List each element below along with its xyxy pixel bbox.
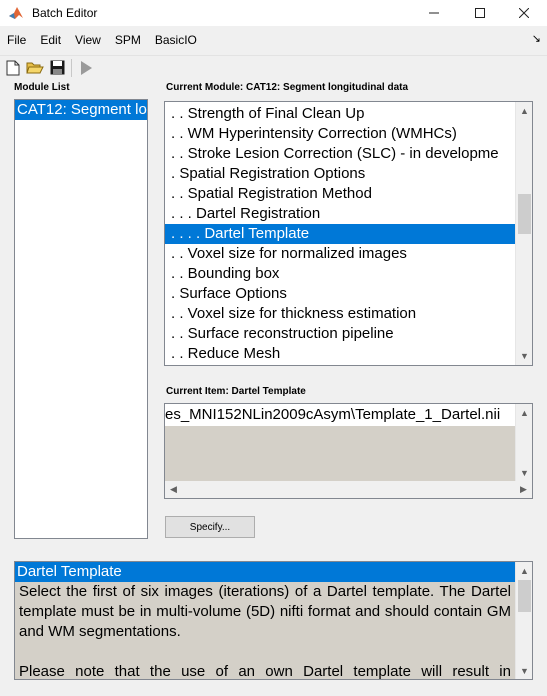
list-item[interactable]: . . Voxel size for normalized images xyxy=(165,244,515,264)
list-item[interactable]: . . Stroke Lesion Correction (SLC) - in … xyxy=(165,144,515,164)
menu-overflow-icon[interactable]: ↘ xyxy=(532,32,541,45)
current-item-box[interactable]: es_MNI152NLin2009cAsym\Template_1_Dartel… xyxy=(164,403,533,499)
list-item[interactable]: . . Surface reconstruction pipeline xyxy=(165,324,515,344)
scroll-left-icon[interactable]: ◀ xyxy=(165,481,182,498)
menu-spm[interactable]: SPM xyxy=(108,33,148,47)
list-item[interactable]: . . Bounding box xyxy=(165,264,515,284)
list-item[interactable]: . . . Dartel Registration xyxy=(165,204,515,224)
menu-basicio[interactable]: BasicIO xyxy=(148,33,204,47)
scroll-down-icon[interactable]: ▼ xyxy=(516,662,532,679)
list-item[interactable]: . . Reduce Mesh xyxy=(165,344,515,364)
current-item-value-row: es_MNI152NLin2009cAsym\Template_1_Dartel… xyxy=(165,404,516,426)
menu-bar: File Edit View SPM BasicIO ↘ xyxy=(0,29,547,51)
scroll-down-icon[interactable]: ▼ xyxy=(516,347,532,364)
help-paragraph: Select the first of six images (iteratio… xyxy=(19,583,511,640)
help-panel: Dartel Template Select the first of six … xyxy=(14,561,533,680)
menu-edit[interactable]: Edit xyxy=(33,33,68,47)
window-title: Batch Editor xyxy=(32,6,98,20)
current-item-hscrollbar[interactable]: ◀ ▶ xyxy=(165,481,532,498)
maximize-icon xyxy=(475,8,485,18)
scrollbar-thumb[interactable] xyxy=(518,194,531,234)
current-item-label: Current Item: Dartel Template xyxy=(166,386,306,397)
menu-view[interactable]: View xyxy=(68,33,108,47)
help-paragraph: Please note that the use of an own Darte… xyxy=(19,663,511,680)
help-title: Dartel Template xyxy=(15,562,515,582)
menu-file[interactable]: File xyxy=(0,33,33,47)
module-list[interactable]: CAT12: Segment longitudinal data xyxy=(14,99,148,539)
run-button[interactable] xyxy=(75,57,97,79)
specify-button[interactable]: Specify... xyxy=(165,516,255,538)
matlab-logo-icon xyxy=(8,5,24,21)
toolbar xyxy=(0,55,547,79)
new-file-button[interactable] xyxy=(2,57,24,79)
close-button[interactable] xyxy=(501,0,547,26)
list-item[interactable]: . . Spatial Registration Method xyxy=(165,184,515,204)
current-module-list[interactable]: . . Strength of Final Clean Up . . WM Hy… xyxy=(164,101,533,366)
list-item[interactable]: . Surface Options xyxy=(165,284,515,304)
scroll-right-icon[interactable]: ▶ xyxy=(515,481,532,498)
open-folder-button[interactable] xyxy=(24,57,46,79)
current-module-rows: . . Strength of Final Clean Up . . WM Hy… xyxy=(165,104,515,364)
module-list-label: Module List xyxy=(14,82,70,93)
toolbar-separator xyxy=(71,58,72,77)
scrollbar-thumb[interactable] xyxy=(518,580,531,612)
current-module-label: Current Module: CAT12: Segment longitudi… xyxy=(166,82,409,93)
new-file-icon xyxy=(6,60,20,75)
current-item-vscrollbar[interactable]: ▲ ▼ xyxy=(515,404,532,481)
help-content: Dartel Template Select the first of six … xyxy=(15,562,515,680)
list-item[interactable]: . . WM Hyperintensity Correction (WMHCs) xyxy=(165,124,515,144)
save-button[interactable] xyxy=(46,57,68,79)
current-item-value[interactable]: es_MNI152NLin2009cAsym\Template_1_Dartel… xyxy=(165,404,516,426)
minimize-button[interactable] xyxy=(411,0,457,26)
current-module-scrollbar[interactable]: ▲ ▼ xyxy=(515,102,532,365)
close-icon xyxy=(519,8,529,18)
scroll-up-icon[interactable]: ▲ xyxy=(516,562,532,579)
scroll-down-icon[interactable]: ▼ xyxy=(516,464,532,481)
module-list-item[interactable]: CAT12: Segment longitudinal data xyxy=(15,100,147,120)
list-item-selected[interactable]: . . . . Dartel Template xyxy=(165,224,515,244)
minimize-icon xyxy=(429,12,439,14)
title-bar: Batch Editor xyxy=(0,0,547,26)
scroll-up-icon[interactable]: ▲ xyxy=(516,404,532,421)
save-icon xyxy=(50,60,64,75)
scroll-up-icon[interactable]: ▲ xyxy=(516,102,532,119)
list-item[interactable]: . . Voxel size for thickness estimation xyxy=(165,304,515,324)
list-item[interactable]: . . Strength of Final Clean Up xyxy=(165,104,515,124)
run-icon xyxy=(81,60,92,75)
open-folder-icon xyxy=(26,62,44,74)
help-scrollbar[interactable]: ▲ ▼ xyxy=(515,562,532,679)
list-item[interactable]: . Spatial Registration Options xyxy=(165,164,515,184)
maximize-button[interactable] xyxy=(457,0,503,26)
